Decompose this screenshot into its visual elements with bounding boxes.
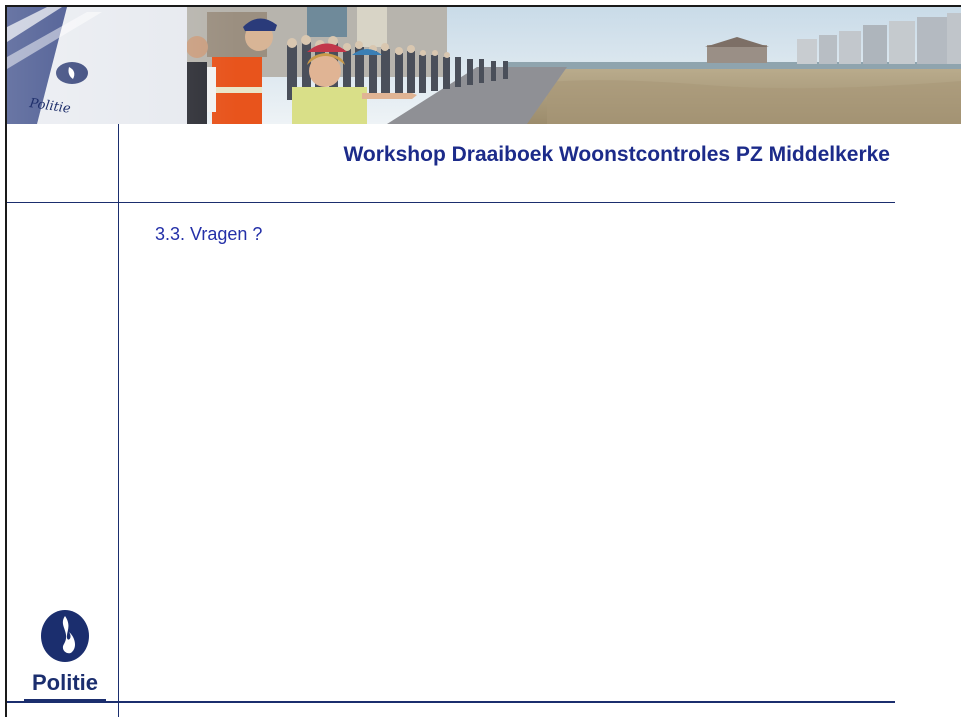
header-banner-photo: Politie [7, 7, 961, 124]
flame-emblem-icon [41, 610, 89, 662]
banner-collage: Politie [7, 7, 961, 124]
wordmark-underline [24, 699, 106, 701]
slide: Politie Workshop Draaiboek Woonstcontrol… [0, 0, 961, 717]
politie-logo: Politie [20, 600, 110, 702]
left-column-divider [118, 124, 119, 717]
bullet-item: 3.3. Vragen ? [155, 224, 263, 244]
politie-wordmark: Politie [31, 670, 98, 695]
footer-rule [7, 701, 895, 703]
title-rule [7, 202, 895, 203]
slide-title: Workshop Draaiboek Woonstcontroles PZ Mi… [343, 143, 890, 166]
